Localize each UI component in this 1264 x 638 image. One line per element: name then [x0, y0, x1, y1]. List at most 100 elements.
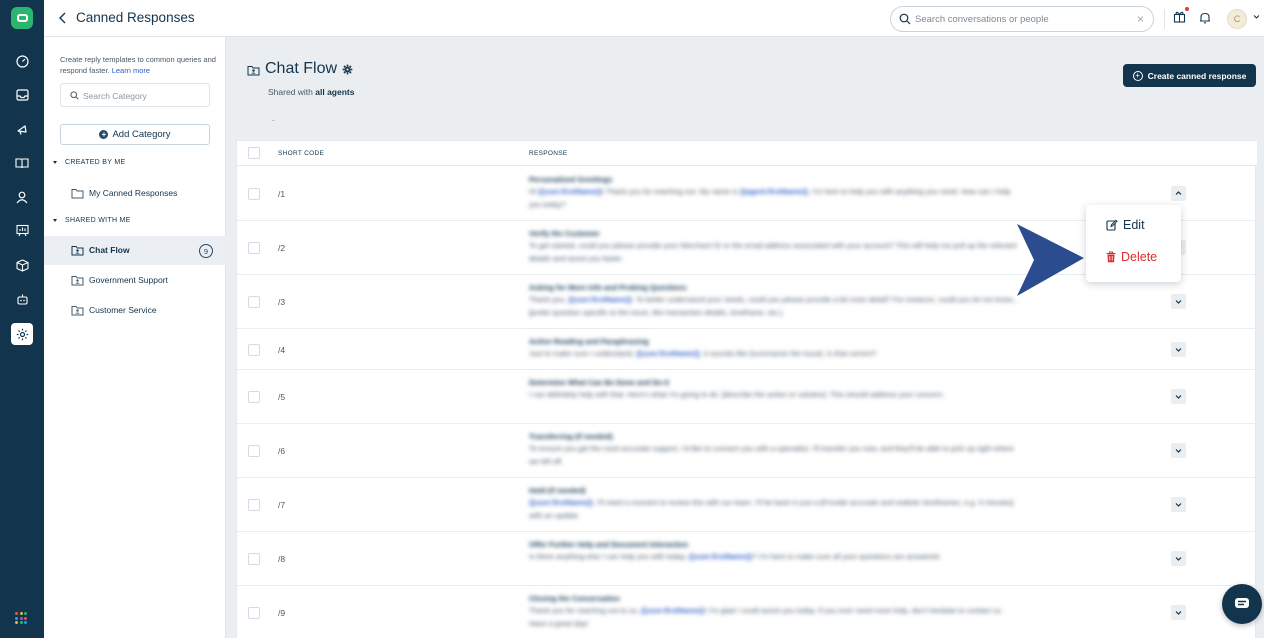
chevron-down-icon[interactable]: [1171, 497, 1186, 512]
response-text: To ensure you get the most accurate supp…: [529, 444, 1014, 466]
back-arrow-icon[interactable]: [56, 11, 70, 25]
row-checkbox[interactable]: [248, 607, 260, 619]
category-customer-service[interactable]: Customer Service: [44, 296, 226, 325]
section-created-by-me[interactable]: CREATED BY ME: [53, 159, 125, 166]
chevron-up-icon[interactable]: [1171, 186, 1186, 201]
chevron-down-icon[interactable]: [1171, 341, 1186, 357]
row-checkbox[interactable]: [248, 343, 260, 356]
short-code: /9: [278, 608, 286, 618]
response-text: ! Thank you for reaching out. My name is: [601, 187, 740, 196]
table-row[interactable]: /5 Determine What Can Be Done and Do It I …: [237, 370, 1257, 424]
top-bar: Canned Responses × C: [44, 0, 1264, 37]
response-preview: Closing the Conversation Thank you for re…: [529, 593, 1019, 630]
category-government-support[interactable]: Government Support: [44, 266, 226, 295]
learn-more-link[interactable]: Learn more: [112, 66, 150, 75]
response-preview: Offer Further Help and Document Interact…: [529, 539, 1019, 563]
gear-icon[interactable]: [342, 64, 353, 75]
chevron-down-icon[interactable]: [1171, 389, 1186, 404]
add-category-button[interactable]: + Add Category: [60, 124, 210, 145]
caret-down-icon: [53, 219, 57, 222]
short-code: /7: [278, 500, 286, 510]
avatar[interactable]: C: [1227, 9, 1247, 29]
category-search[interactable]: [60, 83, 210, 107]
row-checkbox[interactable]: [248, 296, 260, 308]
response-preview: Personalized Greetings Hi {{user.firstNam…: [529, 174, 1019, 211]
search-input[interactable]: [915, 11, 1125, 27]
response-title: Closing the Conversation: [529, 594, 620, 603]
category-chat-flow[interactable]: Chat Flow 9: [44, 236, 226, 265]
apps-grid-icon[interactable]: [15, 612, 27, 624]
response-text: Hi: [529, 187, 539, 196]
response-title: Asking for More Info and Probing Questio…: [529, 283, 687, 292]
plus-icon: +: [99, 130, 109, 139]
chevron-down-icon[interactable]: [1171, 294, 1186, 309]
clear-search-icon[interactable]: ×: [1137, 12, 1144, 26]
shared-folder-icon: [71, 246, 84, 256]
create-canned-response-button[interactable]: + Create canned response: [1123, 64, 1256, 87]
row-checkbox[interactable]: [248, 242, 260, 254]
app-logo-icon[interactable]: [11, 7, 33, 29]
chat-widget-button[interactable]: [1222, 584, 1262, 624]
category-my-canned-responses[interactable]: My Canned Responses: [44, 179, 226, 208]
page-title: Canned Responses: [76, 10, 195, 25]
short-code: /1: [278, 189, 286, 199]
placeholder-token: {{user.firstName}}: [568, 295, 632, 304]
response-body: Just to make sure I understand, {{user.f…: [529, 347, 1019, 360]
response-body: I can definitely help with that. Here's …: [529, 388, 1019, 401]
gift-icon[interactable]: [1173, 10, 1186, 23]
campaigns-icon[interactable]: [0, 116, 44, 142]
response-title: Hold (if needed): [529, 486, 586, 495]
bots-icon[interactable]: [0, 286, 44, 312]
row-actions-menu: Edit Delete: [1086, 205, 1181, 282]
row-checkbox[interactable]: [248, 499, 260, 511]
select-all-checkbox[interactable]: [248, 147, 260, 159]
table-row[interactable]: /6 Transferring (if needed) To ensure you …: [237, 424, 1257, 478]
reports-icon[interactable]: [0, 217, 44, 243]
chevron-down-icon[interactable]: [1171, 605, 1186, 620]
response-body: To ensure you get the most accurate supp…: [529, 442, 1019, 468]
response-text: To get started, could you please provide…: [529, 241, 1017, 263]
global-search[interactable]: ×: [890, 6, 1154, 32]
response-preview: Hold (if needed) {{user.firstName}}, I'll…: [529, 485, 1019, 522]
row-checkbox[interactable]: [248, 445, 260, 457]
search-icon: [70, 91, 79, 100]
response-body: Thank you, {{user.firstName}}. To better…: [529, 293, 1019, 319]
edit-menu-item[interactable]: Edit: [1106, 218, 1145, 232]
knowledge-base-icon[interactable]: [0, 150, 44, 176]
table-row[interactable]: /8 Offer Further Help and Document Intera…: [237, 532, 1257, 586]
table-row[interactable]: /3 Asking for More Info and Probing Quest…: [237, 275, 1257, 329]
contacts-icon[interactable]: [0, 184, 44, 210]
row-checkbox[interactable]: [248, 553, 260, 565]
delete-menu-item[interactable]: Delete: [1106, 250, 1157, 264]
integrations-icon[interactable]: [0, 252, 44, 278]
response-preview: Verify the Customer To get started, could…: [529, 228, 1019, 265]
settings-icon[interactable]: [0, 321, 44, 347]
response-preview: Active Reading and Paraphrasing Just to m…: [529, 336, 1019, 360]
table-row[interactable]: /4 Active Reading and Paraphrasing Just to…: [237, 329, 1257, 370]
category-search-input[interactable]: [83, 89, 203, 102]
short-code: /3: [278, 297, 286, 307]
bell-icon[interactable]: [1199, 11, 1211, 24]
response-text: Just to make sure I understand,: [529, 349, 637, 358]
response-body: Thank you for reaching out to us, {{user…: [529, 604, 1019, 630]
chevron-down-icon[interactable]: [1253, 13, 1260, 20]
response-text: Thank you,: [529, 295, 569, 304]
table-row[interactable]: /7 Hold (if needed) {{user.firstName}}, I'…: [237, 478, 1257, 532]
count-badge: 9: [199, 244, 213, 258]
placeholder-token: {{user.firstName}}: [688, 552, 753, 561]
app-root: Canned Responses × C Create reply templa…: [0, 0, 1264, 638]
table-row[interactable]: /9 Closing the Conversation Thank you for …: [237, 586, 1257, 638]
row-checkbox[interactable]: [248, 391, 260, 403]
section-shared-with-me[interactable]: SHARED WITH ME: [53, 217, 131, 224]
dashboard-icon[interactable]: [0, 48, 44, 74]
chevron-down-icon[interactable]: [1171, 551, 1186, 566]
placeholder-token: {{agent.firstName}}: [739, 187, 809, 196]
chevron-down-icon[interactable]: [1171, 443, 1186, 458]
divider: [1164, 9, 1165, 29]
response-title: Offer Further Help and Document Interact…: [529, 540, 689, 549]
inbox-icon[interactable]: [0, 82, 44, 108]
row-checkbox[interactable]: [248, 188, 260, 200]
folder-icon: [71, 189, 84, 199]
short-code: /6: [278, 446, 286, 456]
left-nav-rail: [0, 0, 44, 638]
